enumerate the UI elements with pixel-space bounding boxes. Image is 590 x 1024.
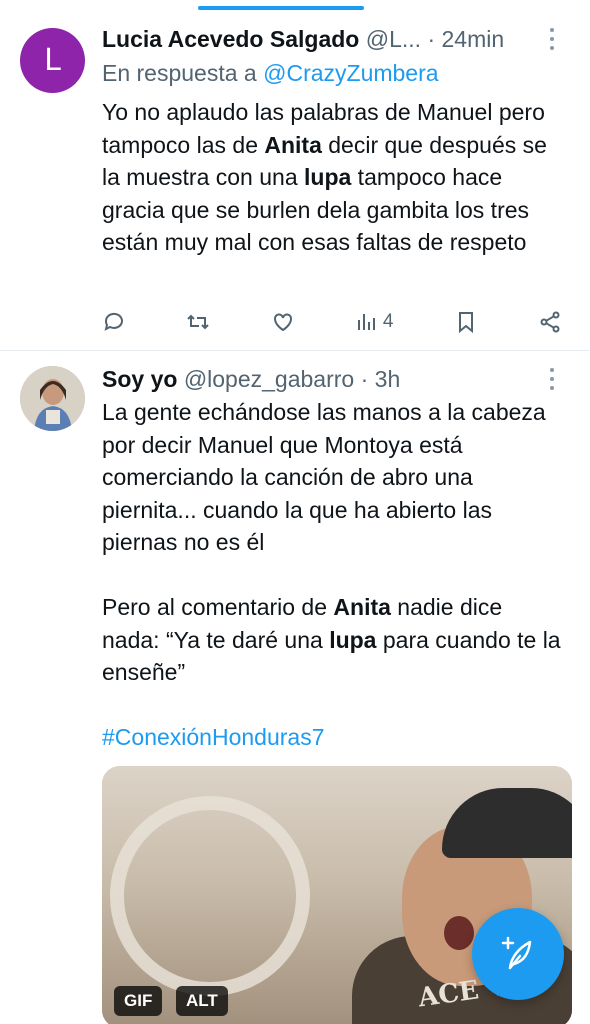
separator-dot: · — [360, 366, 375, 392]
views-button[interactable]: 4 — [355, 310, 394, 334]
text-bold: lupa — [304, 164, 352, 190]
reply-button[interactable] — [102, 310, 126, 334]
avatar[interactable]: L — [20, 28, 85, 93]
author-handle[interactable]: @L... — [366, 26, 421, 52]
text-bold: Anita — [264, 131, 322, 158]
retweet-icon — [187, 314, 209, 330]
profile-photo — [20, 366, 85, 431]
more-options-icon[interactable] — [542, 26, 562, 52]
heart-icon — [273, 313, 292, 332]
timestamp[interactable]: 3h — [375, 366, 401, 392]
tweet-actions: 4 — [102, 304, 562, 340]
compose-icon — [501, 936, 532, 970]
text-bold: Anita — [333, 594, 391, 620]
bookmark-icon — [458, 312, 473, 334]
reply-icon — [104, 312, 123, 331]
reply-mention-link[interactable]: @CrazyZumbera — [263, 60, 438, 86]
compose-button[interactable] — [472, 908, 564, 1000]
like-button[interactable] — [271, 310, 295, 334]
gif-badge: GIF — [114, 986, 163, 1016]
views-icon — [357, 314, 375, 330]
retweet-button[interactable] — [186, 310, 210, 334]
text-segment: La gente echándose las manos a la cabeza… — [102, 399, 546, 620]
text-bold: lupa — [329, 626, 377, 653]
author-name[interactable]: Soy yo — [102, 366, 177, 392]
more-options-icon[interactable] — [542, 366, 562, 392]
share-button[interactable] — [538, 310, 562, 334]
bookmark-button[interactable] — [454, 310, 478, 334]
avatar[interactable] — [20, 366, 85, 431]
tweet-header: Lucia Acevedo Salgado @L... · 24min — [102, 22, 562, 56]
author-handle[interactable]: @lopez_gabarro — [184, 366, 354, 392]
reply-context: En respuesta a @CrazyZumbera — [102, 56, 562, 90]
media-sign-shape — [110, 796, 310, 996]
tweet-text: Yo no aplaudo las palabras de Manuel per… — [102, 96, 562, 259]
author-name[interactable]: Lucia Acevedo Salgado — [102, 26, 359, 52]
hashtag-link[interactable]: #ConexiónHonduras7 — [102, 721, 562, 754]
tweet-header: Soy yo @lopez_gabarro · 3h — [102, 362, 562, 396]
views-count: 4 — [382, 311, 394, 332]
reply-prefix: En respuesta a — [102, 60, 257, 86]
tab-indicator — [198, 6, 364, 10]
separator-dot: · — [427, 26, 442, 52]
tweet-text: La gente echándose las manos a la cabeza… — [102, 396, 562, 689]
tweet-divider — [0, 350, 590, 351]
share-icon — [540, 311, 560, 333]
timestamp[interactable]: 24min — [442, 26, 505, 52]
tweet[interactable]: L Lucia Acevedo Salgado @L... · 24min En… — [0, 16, 590, 350]
media-mouth — [444, 916, 474, 950]
alt-text-button[interactable]: ALT — [176, 986, 228, 1016]
